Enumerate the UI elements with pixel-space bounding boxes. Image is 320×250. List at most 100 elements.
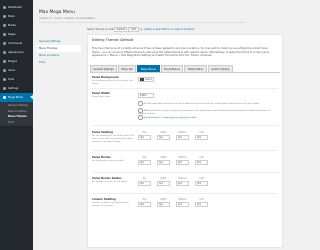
panel-padding-inputs: Top 0px Right 0px Bottom 0px Left 0px [138,131,208,140]
radius-bottom-input[interactable]: 0px [176,181,189,186]
sidebar-item-appearance[interactable]: Appearance [0,48,33,57]
settings-icon [3,87,6,90]
column-padding-desc: Use this to define the gap between widge… [92,202,129,207]
border-left-input[interactable]: 0px [195,160,208,165]
edit-theme-button[interactable]: Edit [128,27,139,32]
quad-label: Top [142,156,147,159]
padding-top: Top 0px [138,131,151,140]
radius-left-input[interactable]: 0px [195,181,208,186]
tab-custom-styling[interactable]: Custom Styling [207,65,233,72]
panel-border-desc: Set the border color and width. [92,160,125,162]
panel-background-label: Panel Background [92,76,119,79]
panel-border-label: Panel Border [92,156,111,159]
radius-right-input[interactable]: 0px [157,181,170,186]
col-padding-left-input[interactable]: 0px [195,202,208,207]
sidebar-item-plugins[interactable]: Plugins [0,57,33,66]
color-swatch [140,78,144,81]
panel-width-desc: Mega Panel width. [92,96,111,98]
theme-select-label: Select theme to edit [87,28,114,31]
tab-flyout-menus[interactable]: Flyout Menus [160,65,184,72]
radius-top-input[interactable]: 0px [138,181,151,186]
column-padding-inputs: Top 0px Right 0px Bottom 0px Left 0px [138,198,208,207]
theme-select[interactable]: Default [114,27,128,32]
appearance-icon [3,51,6,54]
sidebar-item-comments[interactable]: Comments [0,39,33,48]
field-divider [92,125,278,126]
media-icon [3,24,6,27]
padding-right-input[interactable]: 0px [157,135,170,140]
quad-label: Right [160,177,167,180]
sidebar-item-users[interactable]: Users [0,66,33,75]
quad-label: Bottom [178,131,187,134]
panel-background-color-picker[interactable]: Select [138,77,154,82]
main-content: Max Mega Menu version 2.7 · Go Pro · Sup… [33,0,283,250]
create-theme-link[interactable]: create a new theme [144,28,170,31]
mega-menu-submenu: General Settings Menu Locations Menu The… [0,102,33,126]
col-padding-bottom-input[interactable]: 0px [176,202,189,207]
field-divider [92,88,278,89]
or-text-2: or [170,28,174,31]
sidebar-item-dashboard[interactable]: Dashboard [0,3,33,12]
radius-top: Top 0px [138,177,151,186]
border-right: Right 0px [157,156,170,165]
subnav-tools[interactable]: Tools [37,59,81,66]
tab-general-settings[interactable]: General Settings [90,65,117,72]
sidebar-item-media[interactable]: Media [0,21,33,30]
panel-width-label: Panel Width [92,92,110,95]
plugins-icon [3,60,6,63]
border-top-input[interactable]: 0px [138,160,151,165]
col-padding-top-input[interactable]: 0px [138,202,151,207]
pages-icon [3,33,6,36]
field-divider [92,150,278,151]
sidebar-item-mega-menu[interactable]: Mega Menu [0,93,33,102]
import-theme-link[interactable]: import a theme [174,28,194,31]
padding-right: Right 0px [157,131,170,140]
panel-width-input[interactable]: 100% [138,93,154,98]
padding-left-input[interactable]: 0px [195,135,208,140]
border-right-input[interactable]: 0px [157,160,170,165]
padding-bottom-input[interactable]: 0px [176,135,189,140]
quad-label: Left [199,198,204,201]
radius-right: Right 0px [157,177,170,186]
note-1-text: A 100% wide panel will only ever be as w… [143,102,260,105]
quad-label: Left [199,156,204,159]
subnav-general-settings[interactable]: General Settings [37,38,81,45]
field-divider [92,193,278,194]
quad-label: Right [160,156,167,159]
sidebar-item-tools[interactable]: Tools [0,75,33,84]
tab-menu-bar[interactable]: Menu Bar [118,65,137,72]
col-padding-right-input[interactable]: 0px [157,202,170,207]
dashboard-icon [3,6,6,9]
border-top: Top 0px [138,156,151,165]
sidebar-item-settings[interactable]: Settings [0,84,33,93]
field-divider [92,172,278,173]
quad-label: Right [160,198,167,201]
tab-mega-menus[interactable]: Mega Menus [137,65,160,72]
panel-title: Editing Theme: Default [92,38,134,42]
theme-tabs: General Settings Menu Bar Mega Menus Fly… [90,65,280,73]
panel-radius-inputs: Top 0px Right 0px Bottom 0px Left 0px [138,177,208,186]
docs-icon [138,115,143,120]
tab-mobile-menu[interactable]: Mobile Menu [184,65,207,72]
documentation-link[interactable]: Documentation: Configuring the mega pane… [144,117,197,119]
settings-subnav: General Settings Menu Themes Menu Locati… [37,38,81,66]
page-title: Max Mega Menu [39,10,75,15]
quad-label: Top [142,177,147,180]
or-text: or [139,28,143,31]
sidebar-item-posts[interactable]: Posts [0,12,33,21]
border-bottom-input[interactable]: 0px [176,160,189,165]
padding-left: Left 0px [195,131,208,140]
tools-icon [3,78,6,81]
quad-label: Bottom [178,156,187,159]
color-select-label: Select [145,78,152,81]
border-bottom: Bottom 0px [176,156,189,165]
quad-label: Bottom [178,177,187,180]
radius-bottom: Bottom 0px [176,177,189,186]
subnav-menu-locations[interactable]: Menu Locations [37,52,81,59]
sidebar-item-pages[interactable]: Pages [0,30,33,39]
submenu-tools[interactable]: Tools [0,120,33,126]
padding-top-input[interactable]: 0px [138,135,151,140]
posts-icon [3,15,6,18]
mega-menu-icon [3,96,6,99]
subnav-menu-themes[interactable]: Menu Themes [37,45,81,52]
